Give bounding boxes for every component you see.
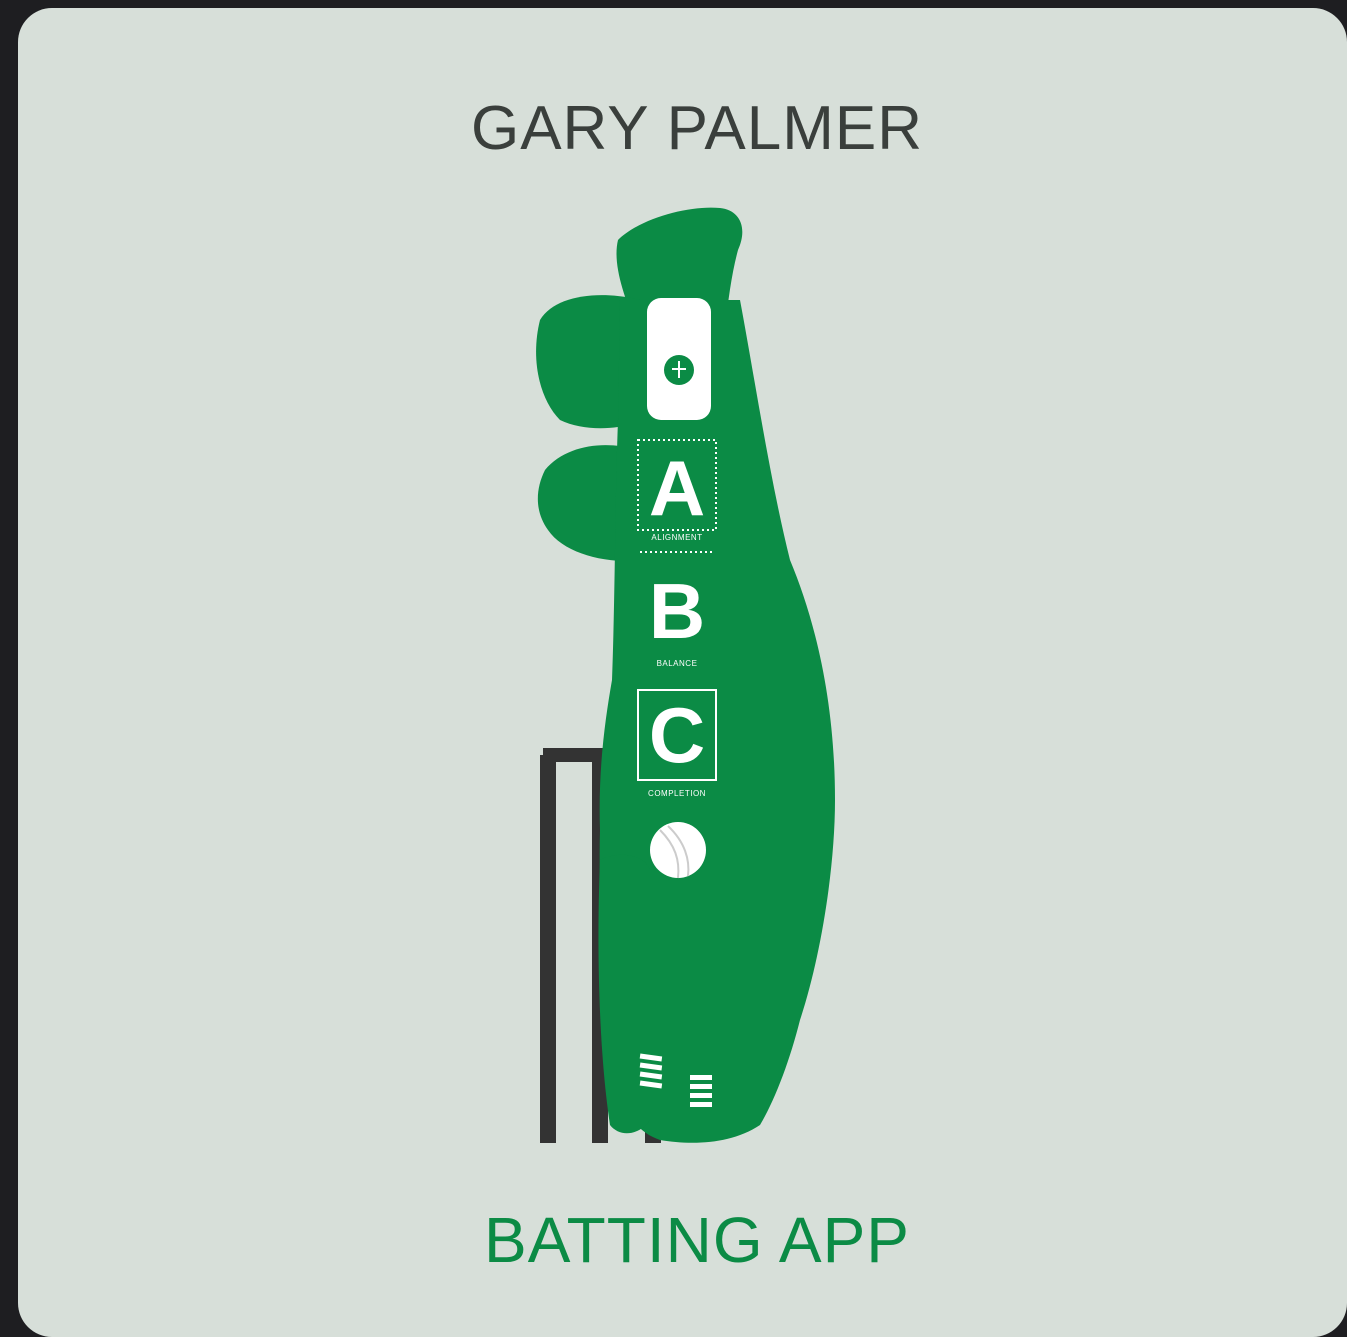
batting-logo-artwork: A ALIGNMENT B BALANCE C COMPLETION	[536, 207, 835, 1143]
cricket-ball-icon	[650, 822, 706, 879]
letter-c: C	[649, 691, 705, 779]
letter-b-box: B BALANCE	[649, 567, 705, 668]
bat-icon	[647, 298, 711, 420]
letter-b: B	[649, 567, 705, 655]
caption-completion: COMPLETION	[648, 789, 706, 798]
letter-a-box: A ALIGNMENT	[637, 439, 717, 542]
caption-balance: BALANCE	[657, 659, 698, 668]
letter-a: A	[649, 444, 705, 532]
caption-alignment: ALIGNMENT	[651, 533, 702, 542]
